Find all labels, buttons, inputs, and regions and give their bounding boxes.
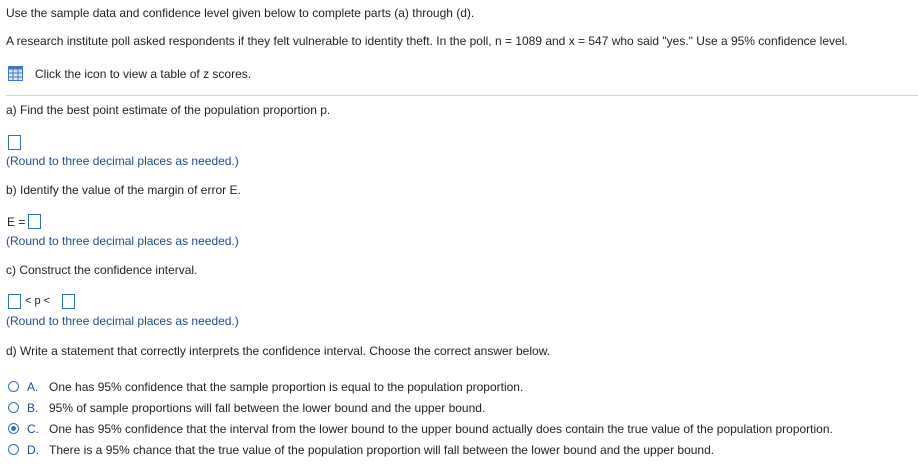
option-b-text[interactable]: 95% of sample proportions will fall betw…	[49, 401, 485, 415]
table-icon[interactable]	[8, 66, 23, 81]
option-c-letter: C.	[27, 422, 39, 436]
part-b-prompt: b) Identify the value of the margin of e…	[6, 183, 241, 197]
option-b-letter: B.	[27, 401, 39, 415]
option-c-radio[interactable]	[8, 423, 19, 434]
option-b-radio[interactable]	[8, 402, 19, 413]
part-c-prompt: c) Construct the confidence interval.	[6, 263, 198, 277]
inequality-text: < p <	[25, 295, 51, 307]
option-a-radio[interactable]	[8, 381, 19, 392]
option-a-letter: A.	[27, 380, 39, 394]
section-divider	[6, 95, 918, 96]
part-c-note: (Round to three decimal places as needed…	[6, 314, 239, 328]
problem-text: A research institute poll asked responde…	[6, 34, 848, 48]
option-d-text[interactable]: There is a 95% chance that the true valu…	[49, 443, 714, 457]
part-a-prompt: a) Find the best point estimate of the p…	[6, 103, 331, 117]
instructions-text: Use the sample data and confidence level…	[6, 6, 475, 20]
option-d-radio[interactable]	[8, 444, 19, 455]
lower-bound-input[interactable]	[8, 294, 21, 309]
table-link-text[interactable]: Click the icon to view a table of z scor…	[35, 67, 251, 81]
part-d-prompt: d) Write a statement that correctly inte…	[6, 344, 551, 358]
option-d-letter: D.	[27, 443, 39, 457]
margin-error-input[interactable]	[28, 214, 41, 229]
part-a-note: (Round to three decimal places as needed…	[6, 154, 239, 168]
option-c-text[interactable]: One has 95% confidence that the interval…	[49, 422, 833, 436]
part-b-note: (Round to three decimal places as needed…	[6, 234, 239, 248]
margin-error-label: E =	[7, 215, 26, 229]
upper-bound-input[interactable]	[62, 294, 75, 309]
option-a-text[interactable]: One has 95% confidence that the sample p…	[49, 380, 523, 394]
point-estimate-input[interactable]	[8, 135, 21, 150]
